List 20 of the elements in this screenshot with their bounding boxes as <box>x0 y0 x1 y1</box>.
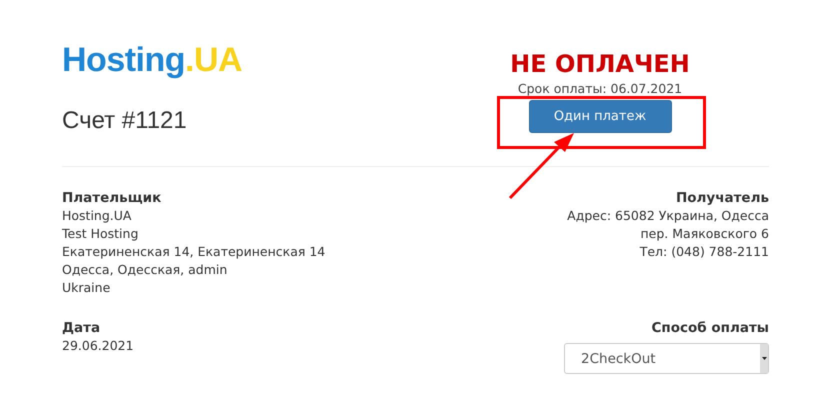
payer-line: Одесса, Одесская, admin <box>62 261 228 279</box>
invoice-title: Счет #1121 <box>62 112 187 130</box>
payer-line: Ukraine <box>62 279 112 297</box>
section-heading: Дата <box>62 319 102 337</box>
invoice-date: 29.06.2021 <box>62 337 134 355</box>
payer-line: Hosting.UA <box>62 207 132 225</box>
pay-button[interactable]: Один платеж <box>528 100 672 133</box>
logo: Hosting.UA <box>62 40 242 81</box>
payment-method-select[interactable]: 2CheckOut <box>564 343 769 374</box>
section-heading: Плательщик <box>62 189 162 207</box>
caret-icon <box>762 357 766 360</box>
payer-line: Test Hosting <box>62 225 140 243</box>
payer-line: Екатериненская 14, Екатериненская 14 <box>62 243 326 261</box>
recipient-line: пер. Маяковского 6 <box>640 225 769 243</box>
recipient-line: Адрес: 65082 Украина, Одесса <box>567 207 769 225</box>
section-heading: Способ оплаты <box>651 319 769 337</box>
section-heading: Получатель <box>676 189 769 207</box>
due-date: Срок оплаты: 06.07.2021 <box>518 81 682 96</box>
recipient-line: Тел: (048) 788-2111 <box>640 243 769 261</box>
payment-status: НЕ ОПЛАЧЕН <box>510 50 690 78</box>
